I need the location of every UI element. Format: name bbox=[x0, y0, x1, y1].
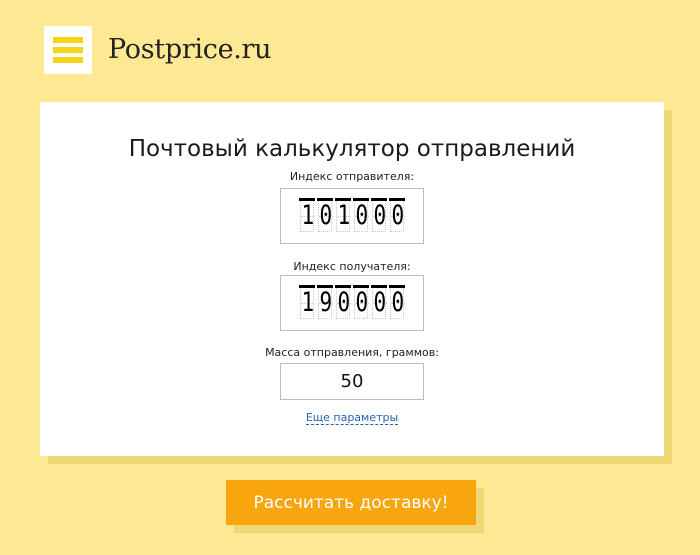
index-digit: 0 bbox=[353, 285, 369, 319]
index-digit: 0 bbox=[371, 198, 387, 232]
calculate-delivery-button[interactable]: Рассчитать доставку! bbox=[226, 480, 476, 525]
more-params-link-row: Еще параметры bbox=[40, 411, 664, 425]
brand-name[interactable]: Postprice.ru bbox=[108, 34, 272, 65]
index-digit: 0 bbox=[317, 198, 333, 232]
page-title: Почтовый калькулятор отправлений bbox=[128, 136, 576, 162]
index-digit: 0 bbox=[389, 285, 405, 319]
more-params-link[interactable]: Еще параметры bbox=[305, 411, 399, 425]
mass-input[interactable]: 50 bbox=[280, 363, 424, 400]
index-digit: 0 bbox=[353, 198, 369, 232]
index-digit: 0 bbox=[389, 198, 405, 232]
sender-index-input[interactable]: 1 0 1 0 0 0 bbox=[280, 188, 424, 244]
recipient-index-input[interactable]: 1 9 0 0 0 0 bbox=[280, 275, 424, 331]
index-digit: 9 bbox=[317, 285, 333, 319]
sender-index-label: Индекс отправителя: bbox=[289, 170, 415, 183]
mass-label: Масса отправления, граммов: bbox=[265, 346, 439, 359]
index-digit: 0 bbox=[371, 285, 387, 319]
logo-stamp-icon[interactable] bbox=[40, 22, 96, 78]
recipient-index-label: Индекс получателя: bbox=[293, 260, 411, 273]
index-digit: 1 bbox=[299, 198, 315, 232]
index-digit: 1 bbox=[335, 198, 351, 232]
index-digit: 1 bbox=[299, 285, 315, 319]
calculator-card: Почтовый калькулятор отправлений Индекс … bbox=[40, 102, 664, 456]
index-digit: 0 bbox=[335, 285, 351, 319]
menu-bars-icon bbox=[53, 37, 83, 63]
